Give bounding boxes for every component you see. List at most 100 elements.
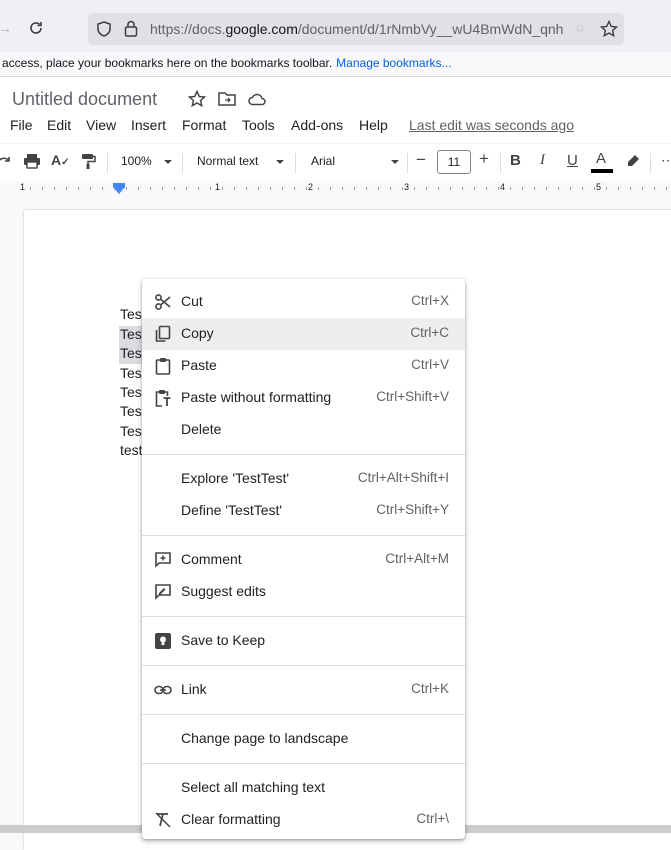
body-line[interactable]: Tes bbox=[120, 345, 142, 361]
ruler-tick bbox=[342, 187, 343, 190]
menu-edit[interactable]: Edit bbox=[47, 117, 71, 133]
menu-item-label: Cut bbox=[181, 293, 203, 309]
body-line[interactable]: Tes bbox=[120, 326, 142, 342]
star-bookmark-icon[interactable] bbox=[600, 20, 618, 38]
menu-item-shortcut: Ctrl+C bbox=[410, 325, 449, 340]
underline-button[interactable]: U bbox=[567, 152, 578, 169]
shield-icon[interactable] bbox=[96, 21, 112, 37]
zoom-caret-icon[interactable] bbox=[164, 160, 172, 164]
ruler-tick bbox=[570, 187, 571, 190]
menu-format[interactable]: Format bbox=[182, 117, 226, 133]
menu-item-suggest-edits[interactable]: Suggest edits bbox=[142, 576, 465, 608]
copy-icon bbox=[155, 325, 171, 342]
last-edit-link[interactable]: Last edit was seconds ago bbox=[409, 117, 574, 133]
toolbar-divider bbox=[650, 153, 651, 173]
menu-tools[interactable]: Tools bbox=[242, 117, 275, 133]
menu-item-label: Change page to landscape bbox=[181, 730, 349, 746]
ruler-tick bbox=[78, 187, 79, 190]
menu-view[interactable]: View bbox=[86, 117, 116, 133]
comment-icon bbox=[155, 552, 171, 568]
text-color-button[interactable]: A bbox=[596, 150, 606, 167]
menu-divider bbox=[142, 763, 465, 764]
menu-help[interactable]: Help bbox=[359, 117, 388, 133]
italic-button[interactable]: I bbox=[540, 152, 545, 169]
redo-icon[interactable] bbox=[0, 154, 12, 168]
font-size-input[interactable]: 11 bbox=[437, 150, 471, 174]
menu-item-explore[interactable]: Explore 'TestTest' Ctrl+Alt+Shift+I bbox=[142, 463, 465, 495]
ruler-tick bbox=[222, 187, 223, 190]
menu-addons[interactable]: Add-ons bbox=[291, 117, 343, 133]
menu-item-paste-without-formatting[interactable]: Paste without formatting Ctrl+Shift+V bbox=[142, 382, 465, 414]
ruler-tick bbox=[366, 187, 367, 190]
ruler-tick bbox=[126, 187, 127, 190]
link-icon bbox=[154, 685, 172, 695]
context-menu: Cut Ctrl+X Copy Ctrl+C Paste Ctrl+V Past… bbox=[142, 279, 465, 839]
more-icon[interactable]: ⋯ bbox=[661, 152, 671, 169]
star-icon[interactable] bbox=[188, 90, 206, 108]
menu-item-clear-formatting[interactable]: Clear formatting Ctrl+\ bbox=[142, 804, 465, 836]
menu-insert[interactable]: Insert bbox=[131, 117, 166, 133]
decrease-font-icon[interactable]: − bbox=[416, 150, 426, 170]
move-folder-icon[interactable] bbox=[218, 91, 236, 107]
menu-item-define[interactable]: Define 'TestTest' Ctrl+Shift+Y bbox=[142, 495, 465, 527]
print-icon[interactable] bbox=[23, 153, 41, 169]
url-bar[interactable]: https://docs.google.com/document/d/1rNmb… bbox=[88, 13, 624, 45]
style-caret-icon[interactable] bbox=[276, 160, 284, 164]
menu-item-change-page-landscape[interactable]: Change page to landscape bbox=[142, 723, 465, 755]
reload-icon[interactable] bbox=[28, 20, 44, 36]
body-line[interactable]: Tes bbox=[120, 423, 142, 439]
style-select[interactable]: Normal text bbox=[197, 154, 258, 168]
bold-button[interactable]: B bbox=[510, 152, 521, 169]
menu-item-delete[interactable]: Delete bbox=[142, 414, 465, 446]
manage-bookmarks-link[interactable]: Manage bookmarks... bbox=[336, 56, 451, 70]
ruler-tick bbox=[594, 187, 595, 190]
font-caret-icon[interactable] bbox=[391, 160, 399, 164]
tracking-icon[interactable]: ◌ bbox=[576, 20, 584, 35]
menu-file[interactable]: File bbox=[10, 117, 33, 133]
formatting-toolbar: A✓ 100% Normal text Arial − 11 + B I U A… bbox=[0, 143, 671, 182]
toolbar-divider bbox=[107, 153, 108, 173]
menu-item-shortcut: Ctrl+X bbox=[411, 293, 449, 308]
document-title[interactable]: Untitled document bbox=[12, 89, 157, 110]
lock-icon[interactable] bbox=[124, 20, 138, 37]
body-line[interactable]: Tes bbox=[120, 306, 142, 322]
ruler-tick bbox=[474, 187, 475, 190]
body-line[interactable]: Tes bbox=[120, 365, 142, 381]
ruler-tick bbox=[378, 187, 379, 190]
ruler-tick bbox=[498, 187, 499, 190]
forward-icon[interactable]: → bbox=[0, 20, 12, 36]
body-line[interactable]: Tes bbox=[120, 403, 142, 419]
browser-toolbar: → https://docs.google.com/document/d/1rN… bbox=[0, 0, 671, 52]
ruler-tick bbox=[258, 187, 259, 190]
menu-item-copy[interactable]: Copy Ctrl+C bbox=[142, 318, 465, 350]
menu-item-save-to-keep[interactable]: Save to Keep bbox=[142, 625, 465, 657]
menu-item-label: Link bbox=[181, 681, 207, 697]
menu-item-comment[interactable]: Comment Ctrl+Alt+M bbox=[142, 544, 465, 576]
ruler-tick bbox=[426, 187, 427, 190]
font-select[interactable]: Arial bbox=[311, 154, 335, 168]
menu-item-label: Define 'TestTest' bbox=[181, 502, 283, 518]
docs-header: Untitled document File Edit View Insert … bbox=[0, 77, 671, 143]
menu-item-cut[interactable]: Cut Ctrl+X bbox=[142, 286, 465, 318]
ruler-tick bbox=[54, 187, 55, 190]
paint-format-icon[interactable] bbox=[80, 153, 96, 169]
menu-item-paste[interactable]: Paste Ctrl+V bbox=[142, 350, 465, 382]
ruler[interactable]: 1 1 2 3 4 5 bbox=[0, 181, 671, 197]
spellcheck-icon[interactable]: A✓ bbox=[51, 152, 70, 168]
url-text[interactable]: https://docs.google.com/document/d/1rNmb… bbox=[150, 21, 566, 37]
ruler-tick bbox=[486, 187, 487, 190]
body-line[interactable]: Tes bbox=[120, 384, 142, 400]
highlight-icon[interactable] bbox=[625, 153, 641, 169]
menu-item-select-all-matching[interactable]: Select all matching text bbox=[142, 772, 465, 804]
cloud-status-icon[interactable] bbox=[248, 92, 266, 106]
ruler-tick bbox=[270, 187, 271, 190]
menu-divider bbox=[142, 616, 465, 617]
ruler-tick bbox=[30, 187, 31, 190]
menu-item-label: Comment bbox=[181, 551, 242, 567]
menu-item-link[interactable]: Link Ctrl+K bbox=[142, 674, 465, 706]
zoom-select[interactable]: 100% bbox=[121, 154, 152, 168]
increase-font-icon[interactable]: + bbox=[479, 149, 489, 169]
body-line[interactable]: test bbox=[120, 442, 143, 458]
ruler-tick bbox=[306, 187, 307, 190]
ruler-tick bbox=[282, 187, 283, 190]
